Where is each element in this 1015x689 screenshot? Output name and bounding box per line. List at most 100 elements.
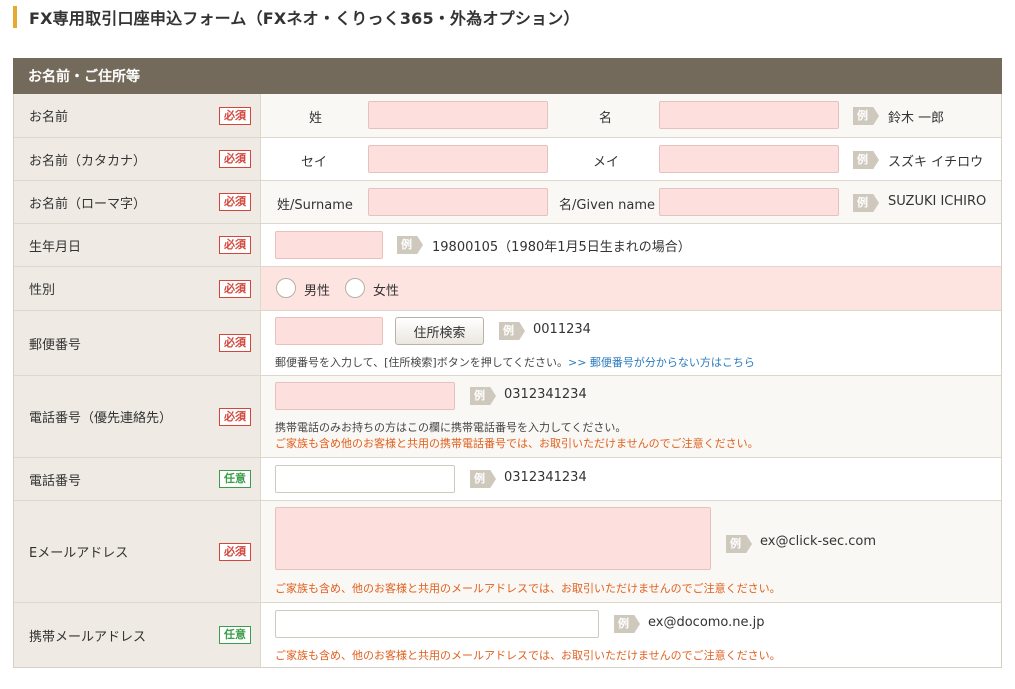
- example-text: SUZUKI ICHIRO: [888, 194, 987, 209]
- example-tag: 例: [853, 194, 879, 212]
- last-name-kana-label: セイ: [301, 155, 328, 170]
- section-header: お名前・ご住所等: [13, 58, 1002, 94]
- example-tag: 例: [470, 387, 496, 405]
- first-name-label: 名: [599, 111, 613, 126]
- row-inputs: 住所検索 例 0011234 郵便番号を入力して、[住所検索]ボタンを押してくだ…: [261, 311, 1001, 375]
- required-badge: 必須: [219, 150, 251, 168]
- last-name-label: 姓: [309, 111, 323, 126]
- required-badge: 必須: [219, 279, 251, 298]
- first-name-kana-label: メイ: [593, 155, 620, 170]
- row-inputs: 例 0312341234: [261, 458, 1001, 500]
- row-roman: お名前（ローマ字） 必須 姓/Surname 名/Given name 例 SU…: [14, 181, 1001, 224]
- surname-label: 姓/Surname: [277, 198, 353, 213]
- row-label-text: お名前: [29, 110, 69, 125]
- row-inputs: 男性 女性: [261, 267, 1001, 310]
- last-name-kana-input[interactable]: [368, 145, 548, 173]
- optional-badge: 任意: [219, 470, 251, 488]
- row-label-text: 性別: [29, 283, 56, 298]
- gender-female-radio[interactable]: [345, 278, 365, 298]
- row-birthdate: 生年月日 必須 例 19800105（1980年1月5日生まれの場合）: [14, 224, 1001, 267]
- first-name-input[interactable]: [659, 101, 839, 129]
- row-label-text: お名前（ローマ字）: [29, 196, 147, 212]
- row-inputs: 例 ex@click-sec.com ご家族も含め、他のお客様と共用のメールアド…: [261, 501, 1001, 602]
- required-badge: 必須: [219, 236, 251, 254]
- required-badge: 必須: [219, 407, 251, 426]
- example-text: ex@docomo.ne.jp: [648, 615, 765, 630]
- given-name-label: 名/Given name: [559, 198, 655, 213]
- example-text: 0312341234: [504, 387, 587, 402]
- row-label: Eメールアドレス 必須: [14, 501, 261, 602]
- mobile-email-warning: ご家族も含め、他のお客様と共用のメールアドレスでは、お取引いただけませんのでご注…: [275, 649, 781, 662]
- row-label-text: 生年月日: [29, 239, 82, 255]
- required-badge: 必須: [219, 542, 251, 561]
- row-label: 生年月日 必須: [14, 224, 261, 266]
- row-label: 電話番号 任意: [14, 458, 261, 500]
- example-text: 19800105（1980年1月5日生まれの場合）: [432, 240, 691, 255]
- row-label-text: お名前（カタカナ）: [29, 153, 147, 169]
- row-label-text: 郵便番号: [29, 337, 82, 353]
- row-inputs: 例 0312341234 携帯電話のみお持ちの方はこの欄に携帯電話番号を入力して…: [261, 376, 1001, 457]
- postal-help-note: 郵便番号を入力して、[住所検索]ボタンを押してください。: [275, 356, 569, 369]
- example-tag: 例: [499, 322, 525, 340]
- example-text: スズキ イチロウ: [888, 155, 984, 170]
- row-kana: お名前（カタカナ） 必須 セイ メイ 例 スズキ イチロウ: [14, 138, 1001, 181]
- row-label: 郵便番号 必須: [14, 311, 261, 375]
- row-label: お名前（ローマ字） 必須: [14, 181, 261, 223]
- row-postal: 郵便番号 必須 住所検索 例 0011234 郵便番号を入力して、[住所検索]ボ…: [14, 311, 1001, 376]
- example-text: 0312341234: [504, 470, 587, 485]
- email-input[interactable]: [275, 507, 711, 570]
- row-phone: 電話番号 任意 例 0312341234: [14, 458, 1001, 501]
- row-mobile-email: 携帯メールアドレス 任意 例 ex@docomo.ne.jp ご家族も含め、他の…: [14, 603, 1001, 667]
- required-badge: 必須: [219, 193, 251, 211]
- address-search-button[interactable]: 住所検索: [395, 317, 484, 345]
- row-label-text: Eメールアドレス: [29, 546, 129, 561]
- example-tag: 例: [726, 535, 752, 553]
- phone-input[interactable]: [275, 465, 455, 493]
- row-label-text: 携帯メールアドレス: [29, 629, 147, 645]
- last-name-input[interactable]: [368, 101, 548, 129]
- required-badge: 必須: [219, 106, 251, 125]
- phone-help-note: 携帯電話のみお持ちの方はこの欄に携帯電話番号を入力してください。: [275, 421, 627, 434]
- title-accent-bar: [13, 6, 17, 28]
- gender-male-radio[interactable]: [276, 278, 296, 298]
- row-inputs: 例 ex@docomo.ne.jp ご家族も含め、他のお客様と共用のメールアドレ…: [261, 603, 1001, 667]
- example-tag: 例: [470, 470, 496, 488]
- row-inputs: セイ メイ 例 スズキ イチロウ: [261, 138, 1001, 180]
- row-name: お名前 必須 姓 名 例 鈴木 一郎: [14, 94, 1001, 138]
- example-tag: 例: [853, 107, 879, 125]
- row-label-text: 電話番号（優先連絡先）: [29, 411, 173, 426]
- row-phone-primary: 電話番号（優先連絡先） 必須 例 0312341234 携帯電話のみお持ちの方は…: [14, 376, 1001, 458]
- postal-lookup-link[interactable]: >> 郵便番号が分からない方はこちら: [568, 354, 755, 370]
- row-label: お名前 必須: [14, 94, 261, 137]
- row-inputs: 姓 名 例 鈴木 一郎: [261, 94, 1001, 137]
- form-table: お名前 必須 姓 名 例 鈴木 一郎 お名前（カタカナ） 必須 セイ メイ 例 …: [13, 94, 1002, 668]
- birthdate-input[interactable]: [275, 231, 383, 259]
- row-inputs: 姓/Surname 名/Given name 例 SUZUKI ICHIRO: [261, 181, 1001, 223]
- optional-badge: 任意: [219, 626, 251, 644]
- email-warning: ご家族も含め、他のお客様と共用のメールアドレスでは、お取引いただけませんのでご注…: [275, 582, 781, 595]
- page-title: FX専用取引口座申込フォーム（FXネオ・くりっく365・外為オプション）: [13, 6, 580, 28]
- example-tag: 例: [853, 151, 879, 169]
- phone-warning: ご家族も含め他のお客様と共用の携帯電話番号では、お取引いただけませんのでご注意く…: [275, 437, 759, 450]
- row-label-text: 電話番号: [29, 473, 82, 489]
- row-inputs: 例 19800105（1980年1月5日生まれの場合）: [261, 224, 1001, 266]
- first-name-kana-input[interactable]: [659, 145, 839, 173]
- row-email: Eメールアドレス 必須 例 ex@click-sec.com ご家族も含め、他の…: [14, 501, 1001, 603]
- example-text: 鈴木 一郎: [888, 111, 945, 126]
- gender-female-label[interactable]: 女性: [373, 280, 399, 299]
- example-tag: 例: [397, 236, 423, 254]
- row-label: 性別 必須: [14, 267, 261, 310]
- row-label: 携帯メールアドレス 任意: [14, 603, 261, 667]
- row-label: 電話番号（優先連絡先） 必須: [14, 376, 261, 457]
- mobile-email-input[interactable]: [275, 610, 599, 638]
- row-label: お名前（カタカナ） 必須: [14, 138, 261, 180]
- page-title-text: FX専用取引口座申込フォーム（FXネオ・くりっく365・外為オプション）: [29, 9, 580, 28]
- example-tag: 例: [614, 615, 640, 633]
- required-badge: 必須: [219, 334, 251, 352]
- primary-phone-input[interactable]: [275, 382, 455, 410]
- surname-input[interactable]: [368, 188, 548, 216]
- given-name-input[interactable]: [659, 188, 839, 216]
- gender-male-label[interactable]: 男性: [304, 280, 330, 299]
- postal-code-input[interactable]: [275, 317, 383, 345]
- row-gender: 性別 必須 男性 女性: [14, 267, 1001, 311]
